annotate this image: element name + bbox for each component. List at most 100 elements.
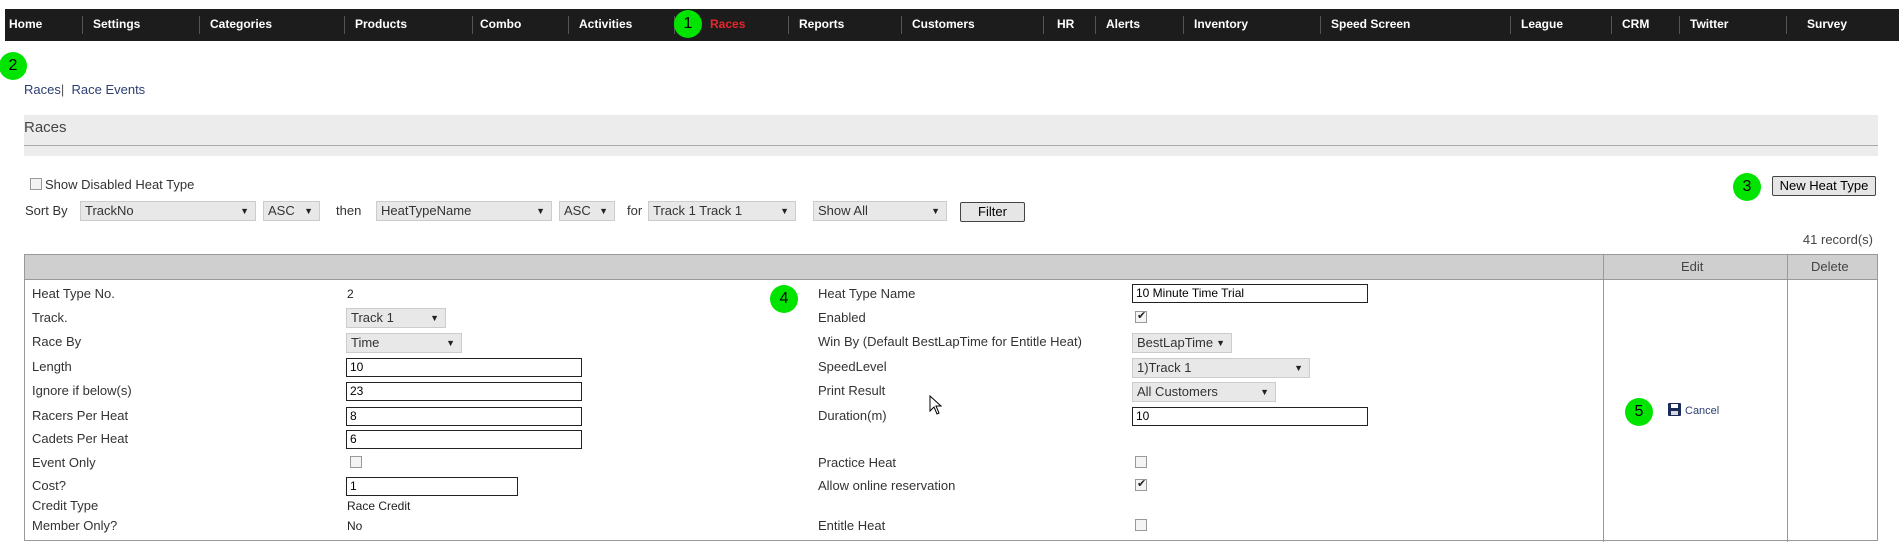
then-sort-field-value: HeatTypeName [381, 203, 472, 218]
show-filter-value: Show All [818, 203, 868, 218]
nav-separator [1183, 16, 1184, 34]
nav-alerts[interactable]: Alerts [1106, 9, 1140, 41]
nav-crm[interactable]: CRM [1622, 9, 1649, 41]
edit-column-header: Edit [1681, 259, 1704, 274]
race-by-value: Time [351, 335, 380, 350]
heat-type-name-label: Heat Type Name [818, 286, 916, 301]
nav-reports[interactable]: Reports [799, 9, 844, 41]
nav-products[interactable]: Products [355, 9, 407, 41]
nav-twitter[interactable]: Twitter [1690, 9, 1728, 41]
nav-customers[interactable]: Customers [912, 9, 975, 41]
nav-categories[interactable]: Categories [210, 9, 272, 41]
heat-type-name-input[interactable]: 10 Minute Time Trial [1132, 284, 1368, 303]
breadcrumb-race-events[interactable]: Race Events [71, 82, 145, 97]
new-heat-type-button[interactable]: New Heat Type [1772, 176, 1876, 196]
marker-1: 1 [674, 10, 702, 38]
cost-label: Cost? [32, 478, 66, 493]
sort-field-select[interactable]: TrackNo ▼ [80, 201, 256, 221]
nav-home[interactable]: Home [9, 9, 42, 41]
print-result-value: All Customers [1137, 384, 1218, 399]
credit-type-label: Credit Type [32, 498, 99, 513]
filter-button[interactable]: Filter [960, 202, 1025, 222]
marker-3: 3 [1733, 173, 1761, 201]
print-result-select[interactable]: All Customers ▼ [1132, 382, 1276, 402]
racers-per-heat-label: Racers Per Heat [32, 408, 129, 423]
online-reservation-label: Allow online reservation [818, 478, 956, 493]
track-filter-select[interactable]: Track 1 Track 1 ▼ [648, 201, 796, 221]
nav-inventory[interactable]: Inventory [1194, 9, 1248, 41]
win-by-select[interactable]: BestLapTime ▼ [1132, 333, 1232, 353]
racers-per-heat-input[interactable]: 8 [346, 407, 582, 426]
chevron-down-icon: ▼ [1260, 387, 1269, 397]
cancel-link[interactable]: Cancel [1685, 405, 1719, 417]
ignore-below-label: Ignore if below(s) [32, 383, 132, 398]
nav-separator [788, 16, 789, 34]
nav-separator [1095, 16, 1096, 34]
event-only-checkbox[interactable] [350, 456, 362, 468]
sort-direction-value: ASC [268, 203, 295, 218]
nav-separator [1510, 16, 1511, 34]
cost-input[interactable]: 1 [346, 477, 518, 496]
main-nav: Home Settings Categories Products Combo … [5, 9, 1899, 41]
speed-level-select[interactable]: 1)Track 1 ▼ [1132, 358, 1310, 378]
chevron-down-icon: ▼ [780, 206, 789, 216]
duration-input[interactable]: 10 [1132, 407, 1368, 426]
then-sort-field-select[interactable]: HeatTypeName ▼ [376, 201, 552, 221]
show-filter-select[interactable]: Show All ▼ [813, 201, 947, 221]
entitle-heat-checkbox[interactable] [1135, 519, 1147, 531]
win-by-label: Win By (Default BestLapTime for Entitle … [818, 334, 1082, 349]
heat-type-no-value: 2 [347, 287, 354, 301]
then-sort-direction-select[interactable]: ASC ▼ [559, 201, 615, 221]
chevron-down-icon: ▼ [1216, 338, 1225, 348]
marker-4: 4 [770, 285, 798, 313]
column-divider [1787, 255, 1788, 542]
nav-races[interactable]: Races [710, 9, 745, 41]
nav-separator [344, 16, 345, 34]
nav-separator [1611, 16, 1612, 34]
delete-column-header: Delete [1811, 259, 1849, 274]
show-disabled-checkbox[interactable] [30, 178, 42, 190]
chevron-down-icon: ▼ [430, 313, 439, 323]
race-by-label: Race By [32, 334, 82, 349]
sort-field-value: TrackNo [85, 203, 134, 218]
heat-type-no-label: Heat Type No. [32, 286, 115, 301]
nav-speed-screen[interactable]: Speed Screen [1331, 9, 1410, 41]
entitle-heat-label: Entitle Heat [818, 518, 886, 533]
section-header [24, 115, 1878, 146]
nav-league[interactable]: League [1521, 9, 1563, 41]
nav-hr[interactable]: HR [1057, 9, 1074, 41]
marker-5: 5 [1625, 398, 1653, 426]
enabled-checkbox[interactable] [1135, 309, 1147, 323]
cadets-per-heat-label: Cadets Per Heat [32, 431, 129, 446]
section-header-band [24, 146, 1878, 156]
save-icon[interactable] [1668, 403, 1681, 416]
nav-activities[interactable]: Activities [579, 9, 632, 41]
nav-separator [82, 16, 83, 34]
page-title: Races [24, 119, 67, 136]
nav-combo[interactable]: Combo [480, 9, 521, 41]
chevron-down-icon: ▼ [304, 206, 313, 216]
nav-separator [472, 16, 473, 34]
ignore-below-input[interactable]: 23 [346, 382, 582, 401]
heat-type-table: Edit Delete Heat Type No. 2 Track. Track… [24, 254, 1878, 542]
print-result-label: Print Result [818, 383, 886, 398]
nav-settings[interactable]: Settings [93, 9, 140, 41]
breadcrumb: Races| Race Events [24, 82, 145, 97]
nav-separator [1786, 16, 1787, 34]
sort-direction-select[interactable]: ASC ▼ [263, 201, 320, 221]
duration-label: Duration(m) [818, 408, 887, 423]
win-by-value: BestLapTime [1137, 335, 1214, 350]
speed-level-label: SpeedLevel [818, 359, 887, 374]
chevron-down-icon: ▼ [1294, 363, 1303, 373]
mouse-cursor-icon [929, 395, 943, 415]
cadets-per-heat-input[interactable]: 6 [346, 430, 582, 449]
member-only-value: No [347, 519, 363, 533]
breadcrumb-races[interactable]: Races [24, 82, 61, 97]
race-by-select[interactable]: Time ▼ [346, 333, 462, 353]
nav-survey[interactable]: Survey [1807, 9, 1847, 41]
online-reservation-checkbox[interactable] [1135, 477, 1147, 491]
table-header [25, 255, 1877, 280]
track-select[interactable]: Track 1 ▼ [346, 308, 446, 328]
practice-heat-checkbox[interactable] [1135, 456, 1147, 468]
length-input[interactable]: 10 [346, 358, 582, 377]
